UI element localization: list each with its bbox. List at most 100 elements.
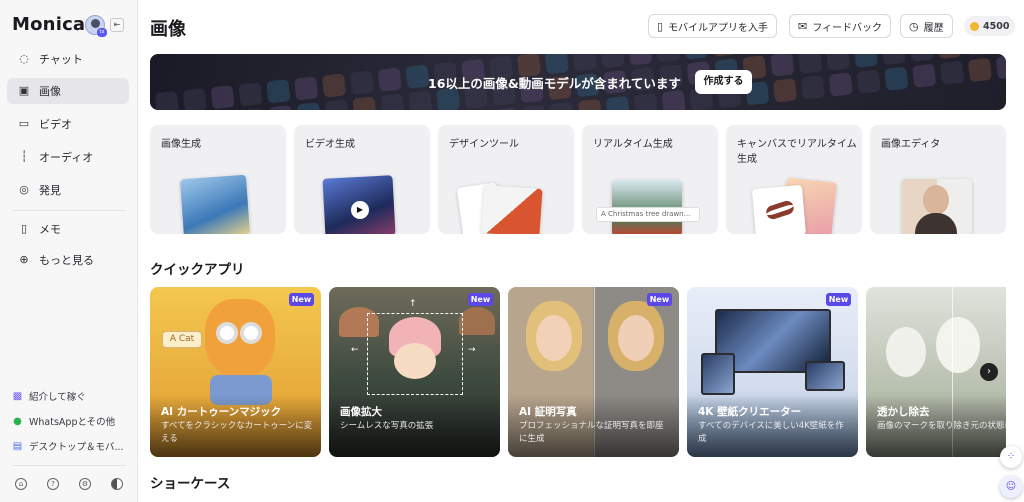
quick-app-desc-text: 画像のマークを取り除き元の状態に戻す xyxy=(877,421,1006,431)
sidebar-item-memo[interactable]: ▯ メモ xyxy=(7,216,129,242)
bus-thumbnail xyxy=(179,174,251,234)
arrow-up-icon: ↑ xyxy=(409,299,417,309)
banner-app-tile xyxy=(881,54,906,65)
sidebar-footer: ⌂ ? ⚙ xyxy=(12,478,126,490)
banner-app-tile xyxy=(600,54,625,69)
sidebar-item-video[interactable]: ▭ ビデオ xyxy=(7,111,129,137)
create-button[interactable]: 作成する xyxy=(695,70,752,94)
banner-app-tile xyxy=(965,54,990,57)
flower-illustration xyxy=(936,317,980,373)
audio-icon: ┆ xyxy=(20,150,28,163)
quick-app-cartoon-magic[interactable]: A Cat New AI カートゥーンマジック すべてをクラシックなカートゥーン… xyxy=(150,287,321,457)
quick-app-image-expand[interactable]: ↑ ← → New 画像拡大 シームレスな写真の拡張 xyxy=(329,287,500,457)
quick-app-id-photo[interactable]: New AI 証明写真 プロフェッショナルな証明写真を即座に生成 xyxy=(508,287,679,457)
banner-app-tile xyxy=(377,67,402,92)
character-face xyxy=(394,343,436,379)
promo-banner[interactable]: 16以上の画像&動画モデルが含まれています 作成する xyxy=(150,54,1006,110)
banner-app-tile xyxy=(605,95,631,110)
video-icon: ▭ xyxy=(18,117,30,130)
quick-app-desc: すべてをクラシックなカートゥーンに変える xyxy=(161,421,313,444)
banner-app-tile xyxy=(912,63,937,88)
banner-app-tile xyxy=(909,54,934,63)
sidebar-item-label: 発見 xyxy=(39,184,61,197)
sidebar-item-image[interactable]: ▣ 画像 xyxy=(7,78,129,104)
history-button[interactable]: ◷ 履歴 xyxy=(900,14,953,38)
clock-icon: ◷ xyxy=(909,19,919,33)
banner-app-tile xyxy=(154,90,180,110)
banner-app-tile xyxy=(633,92,658,110)
banner-app-tile xyxy=(628,54,653,66)
sidebar-item-chat[interactable]: ◌ チャット xyxy=(7,46,129,72)
home-icon[interactable]: ⌂ xyxy=(15,478,27,490)
sidebar-item-discover[interactable]: ◎ 発見 xyxy=(7,177,129,203)
mobile-app-button[interactable]: ▯ モバイルアプリを入手 xyxy=(648,14,778,38)
tool-card-realtime-generation[interactable]: リアルタイム生成 A Christmas tree drawn... xyxy=(582,125,718,234)
banner-app-tile xyxy=(772,78,798,103)
quick-app-title: 画像拡大 xyxy=(340,406,382,418)
help-icon[interactable]: ? xyxy=(47,478,59,490)
banner-text: 16以上の画像&動画モデルが含まれています xyxy=(428,76,681,91)
coin-icon xyxy=(970,21,979,31)
sidebar-item-more[interactable]: ⊕ もっと見る xyxy=(7,247,129,273)
banner-app-tile xyxy=(268,105,294,110)
quick-app-4k-wallpaper[interactable]: New 4K 壁紙クリエーター すべてのデバイスに美しい4K壁紙を作成 xyxy=(687,287,858,457)
quick-app-title: AI カートゥーンマジック xyxy=(161,406,282,418)
banner-app-tile xyxy=(967,57,993,83)
whatsapp-link[interactable]: ● WhatsAppとその他 xyxy=(12,414,116,429)
tool-card-canvas-realtime[interactable]: キャンバスでリアルタイム生成 xyxy=(726,125,862,234)
settings-icon[interactable]: ⚙ xyxy=(79,478,91,490)
banner-app-tile xyxy=(522,104,547,110)
whatsapp-label: WhatsAppとその他 xyxy=(29,417,116,428)
chevron-right-icon[interactable]: › xyxy=(980,363,998,381)
design-thumbnail xyxy=(481,185,543,234)
sidebar-item-label: チャット xyxy=(39,53,83,66)
new-badge: New xyxy=(468,293,493,306)
arrow-right-icon: → xyxy=(468,345,476,355)
banner-app-tile xyxy=(656,54,681,63)
banner-app-tile xyxy=(884,66,909,91)
main-content: 画像 ▯ モバイルアプリを入手 ✉ フィードバック ◷ 履歴 4500 16以上… xyxy=(138,0,1024,502)
mobile-app-label: モバイルアプリを入手 xyxy=(668,22,769,34)
tool-card-video-generation[interactable]: ビデオ生成 ▶ xyxy=(294,125,430,234)
sidebar-item-label: オーディオ xyxy=(39,151,94,164)
section-title-showcase: ショーケース xyxy=(150,476,231,492)
quick-app-desc: プロフェッショナルな証明写真を即座に生成 xyxy=(519,421,664,444)
theme-icon[interactable] xyxy=(111,478,123,490)
assistant-tools-icon[interactable]: ⁘ xyxy=(1000,446,1022,468)
credits-badge[interactable]: 4500 xyxy=(964,16,1016,36)
cat-illustration xyxy=(205,299,275,377)
tool-card-label: 画像エディタ xyxy=(881,139,941,150)
banner-app-tile xyxy=(828,72,853,97)
banner-app-tile xyxy=(408,90,433,110)
monica-bot-icon[interactable]: ☺ xyxy=(1000,476,1022,498)
sidebar-item-audio[interactable]: ┆ オーディオ xyxy=(7,144,129,170)
tablet-illustration xyxy=(701,353,735,395)
devices-icon: ▤ xyxy=(12,440,23,452)
banner-app-tile xyxy=(352,96,377,110)
quick-app-desc: すべてのデバイスに美しい4K壁紙を作成 xyxy=(698,421,844,444)
banner-app-tile xyxy=(494,107,519,110)
banner-app-tile xyxy=(940,60,965,85)
collapse-icon[interactable]: ⇤ xyxy=(110,18,124,32)
play-icon[interactable]: ▶ xyxy=(351,201,369,219)
chat-icon: ◌ xyxy=(19,52,29,65)
divider xyxy=(12,210,126,211)
brand-logo[interactable]: Monica xyxy=(12,14,85,35)
tool-card-label: 画像生成 xyxy=(161,139,201,150)
banner-app-tile xyxy=(853,54,878,68)
banner-app-tile xyxy=(210,85,235,110)
sidebar-item-label: もっと見る xyxy=(39,254,94,267)
mail-icon: ✉ xyxy=(798,19,808,33)
banner-app-tile xyxy=(683,54,709,60)
banner-app-tile xyxy=(544,54,569,75)
desktop-mobile-link[interactable]: ▤ デスクトップ＆モバ... xyxy=(12,439,124,454)
flower-illustration xyxy=(886,327,926,377)
tool-card-image-generation[interactable]: 画像生成 xyxy=(150,125,286,234)
tool-card-design-tools[interactable]: デザインツール xyxy=(438,125,574,234)
tool-card-image-editor[interactable]: 画像エディタ xyxy=(870,125,1006,234)
feedback-button[interactable]: ✉ フィードバック xyxy=(789,14,892,38)
referral-link[interactable]: ▩ 紹介して稼ぐ xyxy=(12,389,86,404)
banner-app-tile xyxy=(770,54,795,77)
banner-app-tile xyxy=(241,108,266,110)
desktop-mobile-label: デスクトップ＆モバ... xyxy=(29,442,124,453)
